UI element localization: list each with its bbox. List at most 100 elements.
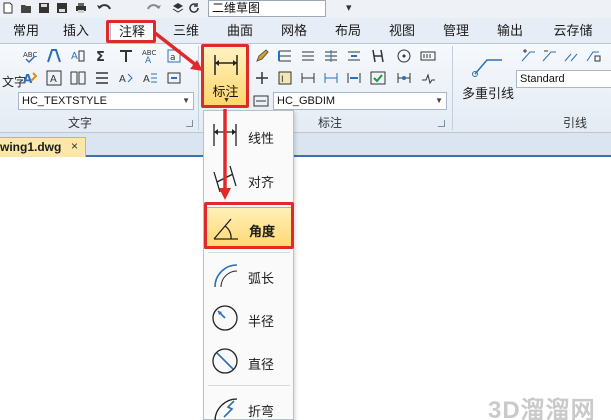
quick-access-toolbar: 二维草图 ▾: [0, 0, 611, 18]
tab-insert[interactable]: 插入: [56, 22, 96, 41]
dim-edit-icon[interactable]: [300, 70, 316, 86]
dim-baseline-icon[interactable]: [277, 48, 293, 64]
dim-break-icon[interactable]: [346, 48, 362, 64]
svg-text:A: A: [145, 56, 152, 64]
dim-reassociate-icon[interactable]: [346, 70, 362, 86]
text-scale-icon[interactable]: A: [118, 70, 134, 86]
save-icon[interactable]: [38, 2, 50, 14]
open-icon[interactable]: [20, 2, 32, 14]
text-abc-icon[interactable]: ABCA: [142, 48, 158, 64]
ribbon-tabs: 常用 插入 注释 三维 曲面 网格 布局 视图 管理 输出 云存储: [0, 18, 611, 44]
dim-group-launcher-icon[interactable]: [438, 120, 445, 127]
dimension-button-highlight: [201, 44, 249, 108]
text-align-icon[interactable]: [118, 48, 134, 64]
text-check-icon[interactable]: ABC: [22, 48, 38, 64]
tab-cloud[interactable]: 云存储: [545, 22, 601, 41]
dim-center-mark-icon[interactable]: [396, 48, 412, 64]
new-icon[interactable]: [2, 2, 14, 14]
undo-icon[interactable]: [96, 2, 114, 14]
menu-item-arc-length[interactable]: 弧长: [204, 255, 293, 297]
text-style-dropdown[interactable]: HC_TEXTSTYLE ▼: [18, 92, 194, 110]
arc-length-icon: [214, 264, 238, 288]
tab-surface[interactable]: 曲面: [220, 22, 260, 41]
dim-style-value: HC_GBDIM: [277, 95, 336, 107]
drawing-canvas[interactable]: [0, 159, 611, 420]
dim-ordinate-icon[interactable]: [420, 48, 436, 64]
ribbon-panel: 文字 ABC A Σ ABC A a A A A A HC_TEXTSTYLE ▼…: [0, 44, 611, 133]
dim-style-icon[interactable]: [253, 93, 269, 109]
menu-item-radius[interactable]: 半径: [204, 298, 293, 340]
watermark: 3D溜溜网: [488, 397, 596, 420]
tab-view[interactable]: 视图: [382, 22, 422, 41]
dim-quick-icon[interactable]: [254, 70, 270, 86]
multileader-label[interactable]: 多重引线: [462, 83, 514, 102]
leader-style-dropdown[interactable]: Standard: [516, 70, 611, 88]
tab-home[interactable]: 常用: [6, 22, 46, 41]
menu-item-aligned[interactable]: 对齐: [204, 159, 293, 201]
print-icon[interactable]: [75, 2, 87, 14]
annotate-tab-highlight: [106, 20, 156, 43]
group-divider: [452, 46, 453, 130]
dim-oblique-icon[interactable]: [370, 48, 386, 64]
close-icon[interactable]: ×: [71, 139, 78, 153]
group-divider: [198, 46, 199, 130]
dim-inspect-icon[interactable]: [396, 70, 412, 86]
sigma-icon[interactable]: Σ: [94, 48, 110, 64]
linear-dim-icon: [213, 124, 237, 146]
dim-update-icon[interactable]: [323, 70, 339, 86]
dim-style-dropdown[interactable]: HC_GBDIM ▼: [273, 92, 447, 110]
radius-dim-icon: [212, 305, 238, 331]
chevron-down-icon: ▼: [182, 96, 190, 105]
tab-mesh[interactable]: 网格: [274, 22, 314, 41]
text-space-icon[interactable]: [166, 70, 182, 86]
text-box-icon[interactable]: A: [46, 70, 62, 86]
dim-tolerance-icon[interactable]: I: [277, 70, 293, 86]
workspace-selector[interactable]: 二维草图: [208, 0, 326, 17]
redo-icon[interactable]: [144, 2, 162, 14]
text-edit-icon[interactable]: [46, 48, 62, 64]
leader-group-label: 引线: [562, 116, 587, 130]
menu-item-label: 线性: [248, 131, 275, 146]
svg-text:A: A: [71, 51, 78, 62]
customize-qa-chevron-icon[interactable]: ▾: [346, 1, 352, 14]
document-tab[interactable]: wing1.dwg ×: [0, 137, 86, 157]
multileader-icon[interactable]: [472, 50, 504, 78]
leader-add-icon[interactable]: [520, 48, 536, 64]
dim-pencil-icon[interactable]: [254, 48, 270, 64]
text-style-icon[interactable]: A: [22, 70, 38, 86]
dim-continue-icon[interactable]: [300, 48, 316, 64]
leader-collect-icon[interactable]: [585, 48, 601, 64]
text-justify-icon[interactable]: A: [142, 70, 158, 86]
tab-output[interactable]: 输出: [490, 22, 530, 41]
text-find-icon[interactable]: A: [70, 48, 86, 64]
svg-text:A: A: [143, 74, 150, 85]
saveas-icon[interactable]: [56, 2, 68, 14]
text-columns-icon[interactable]: [70, 70, 86, 86]
menu-item-linear[interactable]: 线性: [204, 115, 293, 157]
menu-separator: [208, 385, 290, 386]
tab-manage[interactable]: 管理: [436, 22, 476, 41]
dim-jog-line-icon[interactable]: [420, 70, 436, 86]
dim-check-icon[interactable]: [370, 70, 386, 86]
leader-remove-icon[interactable]: [541, 48, 557, 64]
menu-item-jogged[interactable]: 折弯: [204, 388, 293, 420]
dim-space-icon[interactable]: [323, 48, 339, 64]
tab-3d[interactable]: 三维: [166, 22, 206, 41]
text-style-value: HC_TEXTSTYLE: [22, 95, 107, 107]
dim-group-label: 标注: [317, 116, 342, 130]
tab-layout[interactable]: 布局: [328, 22, 368, 41]
menu-item-label: 直径: [248, 357, 275, 372]
menu-item-label: 对齐: [248, 175, 275, 190]
refresh-icon[interactable]: [188, 2, 200, 14]
document-tab-strip: wing1.dwg ×: [0, 133, 611, 157]
text-grid-icon[interactable]: [94, 70, 110, 86]
text-group-launcher-icon[interactable]: [186, 120, 193, 127]
aligned-dim-icon: [213, 165, 237, 193]
menu-item-diameter[interactable]: 直径: [204, 341, 293, 383]
menu-item-label: 半径: [248, 314, 275, 329]
text-group-label: 文字: [67, 116, 92, 130]
jogged-dim-icon: [214, 398, 238, 420]
layers-icon[interactable]: [172, 2, 184, 14]
text-frame-icon[interactable]: a: [166, 48, 182, 64]
leader-align-icon[interactable]: [563, 48, 579, 64]
